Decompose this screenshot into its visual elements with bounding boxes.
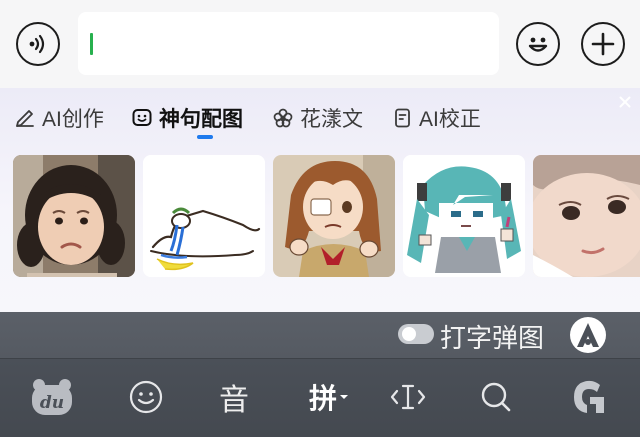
- bear-paw-logo-icon: du: [32, 379, 72, 415]
- message-input[interactable]: [78, 12, 499, 75]
- collapse-keyboard-button[interactable]: [566, 373, 612, 421]
- voice-input-button[interactable]: [16, 22, 60, 66]
- smiley-icon: [528, 37, 548, 52]
- crying-child-sticker: [13, 155, 135, 277]
- skin-button[interactable]: [570, 317, 606, 353]
- du-logo-button[interactable]: du: [30, 377, 74, 417]
- g-logo-icon: [574, 380, 604, 413]
- sticker-item[interactable]: [13, 155, 135, 277]
- tab-ai-create[interactable]: AI创作: [14, 100, 104, 136]
- sticker-list: [0, 155, 640, 277]
- panel-tabs: AI创作 神句配图 花漾文 AI校正: [0, 88, 640, 148]
- emoji-button[interactable]: [516, 22, 560, 66]
- keyboard-function-bar: du 音 拼: [0, 358, 640, 437]
- hatsune-miku-pixel-sticker: [403, 155, 525, 277]
- tab-ai-proofread-label: AI校正: [419, 108, 481, 131]
- search-button[interactable]: [474, 373, 518, 421]
- sticker-item[interactable]: [403, 155, 525, 277]
- tab-quote-image-label: 神句配图: [159, 108, 243, 131]
- close-icon: [619, 96, 631, 108]
- panel-close-button[interactable]: [615, 92, 635, 112]
- sticker-item[interactable]: [533, 155, 640, 277]
- input-mode-button[interactable]: 拼: [302, 373, 356, 421]
- sticker-item[interactable]: [273, 155, 395, 277]
- tab-fancy-text[interactable]: 花漾文: [272, 100, 363, 136]
- voice-mode-label: 音: [219, 384, 249, 417]
- baby-face-sticker: [533, 155, 640, 277]
- input-mode-label: 拼: [308, 383, 337, 414]
- text-caret: [90, 33, 93, 55]
- input-bar: [0, 0, 640, 88]
- tab-quote-image[interactable]: 神句配图: [131, 100, 243, 136]
- check-doc-icon: [395, 108, 410, 128]
- cursor-move-button[interactable]: [386, 373, 430, 421]
- emoji-keyboard-button[interactable]: [124, 373, 168, 421]
- voice-wave-icon: [29, 34, 45, 54]
- doodle-figure-sticker: [143, 155, 265, 277]
- active-tab-indicator: [197, 135, 213, 139]
- smile-bubble-icon: [132, 109, 152, 126]
- anime-girl-brown-hair-sticker: [273, 155, 395, 277]
- voice-mode-button[interactable]: 音: [212, 373, 256, 421]
- keyboard-toolbar: 打字弹图: [0, 312, 640, 358]
- tab-fancy-text-label: 花漾文: [300, 108, 363, 131]
- cursor-move-icon: [390, 384, 426, 410]
- toggle-knob: [402, 327, 416, 341]
- sticker-item[interactable]: [143, 155, 265, 277]
- smiley-icon: [129, 380, 163, 414]
- suggestion-panel: AI创作 神句配图 花漾文 AI校正: [0, 88, 640, 312]
- pen-sparkle-icon: [16, 110, 34, 127]
- typing-popup-toggle[interactable]: [398, 324, 434, 344]
- skin-a-icon: [577, 323, 599, 347]
- flower-icon: [273, 108, 293, 128]
- search-icon: [481, 382, 511, 412]
- more-button[interactable]: [581, 22, 625, 66]
- typing-popup-label: 打字弹图: [440, 323, 545, 353]
- chevron-down-icon: [340, 395, 348, 399]
- plus-icon: [591, 32, 615, 56]
- tab-ai-create-label: AI创作: [42, 108, 104, 131]
- du-logo-text: du: [40, 393, 64, 413]
- tab-ai-proofread[interactable]: AI校正: [393, 100, 481, 136]
